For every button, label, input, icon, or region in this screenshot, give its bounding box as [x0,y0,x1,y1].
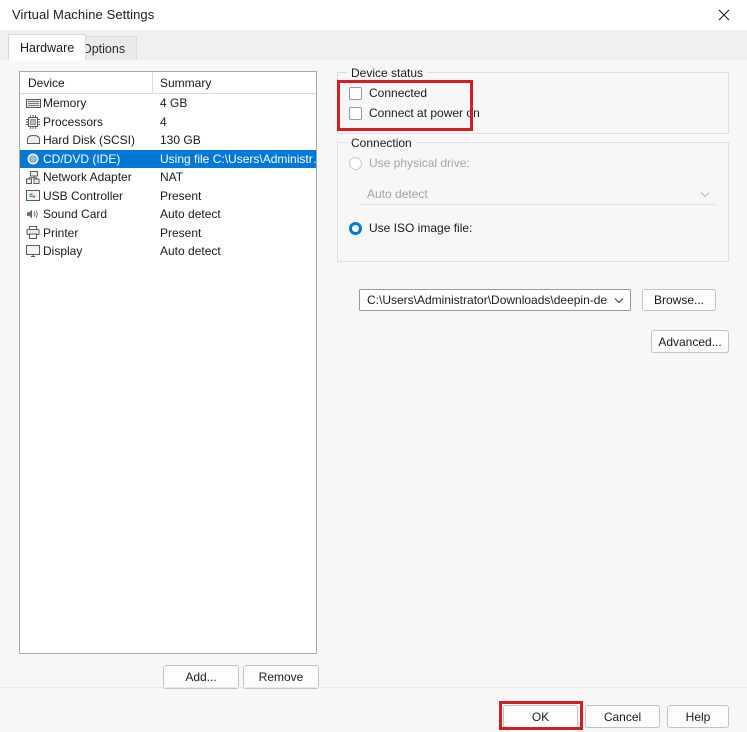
chevron-down-icon[interactable] [608,297,630,304]
use-iso-image-label: Use ISO image file: [369,221,473,235]
tab-options-label: Options [82,41,126,56]
tab-hardware-label: Hardware [20,40,75,55]
ok-button[interactable]: OK [503,705,578,728]
device-row-processors[interactable]: Processors 4 [20,113,316,132]
iso-path-dropdown[interactable]: C:\Users\Administrator\Downloads\deepin-… [359,289,631,311]
use-iso-image-radio[interactable]: Use ISO image file: [349,221,472,235]
network-adapter-icon [25,169,41,185]
usb-controller-icon [25,188,41,204]
device-summary: Present [160,225,202,240]
remove-button[interactable]: Remove [243,665,319,689]
device-row-usb-controller[interactable]: USB Controller Present [20,187,316,206]
help-button[interactable]: Help [667,705,729,728]
cd-dvd-icon [25,151,41,167]
column-header-summary: Summary [160,76,212,90]
connection-title: Connection [347,136,416,150]
use-physical-drive-label: Use physical drive: [369,156,470,170]
radio-circle [349,221,362,235]
close-icon[interactable] [701,0,747,30]
device-list-header: Device Summary [20,72,316,94]
processor-icon [25,114,41,130]
connect-at-power-on-label: Connect at power on [369,106,480,120]
device-row-cd-dvd[interactable]: CD/DVD (IDE) Using file C:\Users\Adminis… [20,149,317,168]
browse-button[interactable]: Browse... [642,289,716,311]
device-row-display[interactable]: Display Auto detect [20,242,316,261]
device-status-title: Device status [347,66,428,80]
connected-checkbox[interactable]: Connected [349,86,427,100]
cancel-button[interactable]: Cancel [585,705,660,728]
device-summary: Using file C:\Users\Administr… [160,151,317,166]
chevron-down-icon [694,191,716,198]
window-title: Virtual Machine Settings [12,7,155,22]
printer-icon [25,225,41,241]
device-status-group: Device status Connected Connect at power… [337,66,729,134]
device-row-memory[interactable]: Memory 4 GB [20,94,316,113]
advanced-button[interactable]: Advanced... [651,330,729,353]
device-summary: Auto detect [160,244,221,258]
dialog-content: Device Summary Memory 4 GB Processors 4 … [0,60,747,732]
column-divider [152,72,153,93]
hard-disk-icon [25,132,41,148]
device-row-network-adapter[interactable]: Network Adapter NAT [20,168,316,187]
radio-circle [349,156,362,170]
device-summary: Auto detect [160,207,221,221]
device-row-printer[interactable]: Printer Present [20,224,316,243]
iso-path-value[interactable]: C:\Users\Administrator\Downloads\deepin-… [360,293,608,307]
device-label: USB Controller [43,188,124,203]
device-summary: 4 [160,114,167,129]
tab-hardware[interactable]: Hardware [8,34,87,61]
connected-label: Connected [369,86,428,100]
connect-at-power-on-checkbox[interactable]: Connect at power on [349,106,480,120]
physical-drive-value: Auto detect [367,187,428,201]
device-label: CD/DVD (IDE) [43,151,121,166]
device-list[interactable]: Device Summary Memory 4 GB Processors 4 … [19,71,317,654]
title-bar: Virtual Machine Settings [0,0,747,31]
footer-separator [0,687,747,688]
physical-drive-dropdown[interactable]: Auto detect [360,184,716,205]
device-row-hard-disk[interactable]: Hard Disk (SCSI) 130 GB [20,131,316,150]
checkbox-box [349,86,362,100]
device-label: Network Adapter [43,170,132,184]
checkbox-box [349,106,362,120]
device-row-sound-card[interactable]: Sound Card Auto detect [20,205,316,224]
add-button[interactable]: Add... [163,665,239,689]
device-label: Sound Card [43,207,108,221]
device-summary: Present [160,188,202,203]
column-header-device: Device [28,76,65,90]
device-label: Processors [43,114,104,129]
device-summary: 130 GB [160,133,201,147]
device-label: Display [43,244,83,258]
device-summary: 4 GB [160,96,188,110]
device-label: Printer [43,225,79,240]
use-physical-drive-radio[interactable]: Use physical drive: [349,156,470,170]
device-label: Memory [43,96,87,110]
tab-strip: Hardware Options [0,30,747,61]
device-label: Hard Disk (SCSI) [43,133,136,147]
display-icon [25,243,41,259]
memory-icon [25,95,41,111]
sound-card-icon [25,206,41,222]
device-summary: NAT [160,170,184,184]
